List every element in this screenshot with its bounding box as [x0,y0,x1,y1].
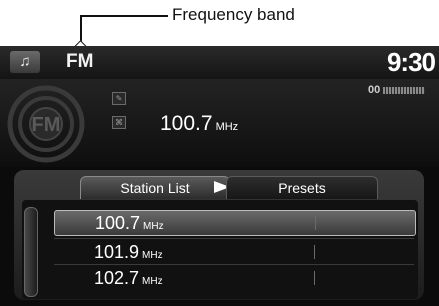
frequency-band-label: FM [66,51,94,72]
signal-value: 00 [368,84,381,96]
tab-presets[interactable]: Presets [226,176,378,199]
fm-logo-text: FM [32,114,61,136]
station-frequency: 101.9 [94,242,140,262]
fm-radio-icon: FM [7,85,85,163]
station-frequency: 102.7 [94,268,140,288]
header-bar: ♫ FM 9:30 [0,46,439,79]
callout-label: Frequency band [172,5,295,24]
row-divider-mark [314,245,315,259]
callout-line [80,15,168,17]
list-scrollbar[interactable] [24,207,38,297]
station-unit: MHz [142,276,163,287]
current-frequency: 100.7 MHz [160,112,238,136]
list-item[interactable]: 102.7 MHz [54,266,414,290]
signal-strength-icon: 00 [368,84,426,96]
antenna-icon: ⌘ [112,116,126,129]
row-divider-mark [315,216,316,230]
current-frequency-value: 100.7 [160,112,213,135]
music-note-icon[interactable]: ♫ [10,51,40,73]
row-separator [54,264,414,265]
row-divider-mark [314,271,315,285]
clock: 9:30 [386,47,436,77]
station-unit: MHz [143,221,164,232]
station-frequency: 100.7 [95,213,141,233]
station-unit: MHz [142,250,163,261]
list-item[interactable]: 101.9 MHz [54,240,414,264]
tab-station-list[interactable]: Station List [80,176,230,199]
tag-icon: ✎ [112,92,126,105]
list-item[interactable]: 100.7 MHz [54,210,416,236]
row-separator [54,238,414,239]
current-frequency-unit: MHz [215,121,239,133]
signal-bar [383,86,426,94]
